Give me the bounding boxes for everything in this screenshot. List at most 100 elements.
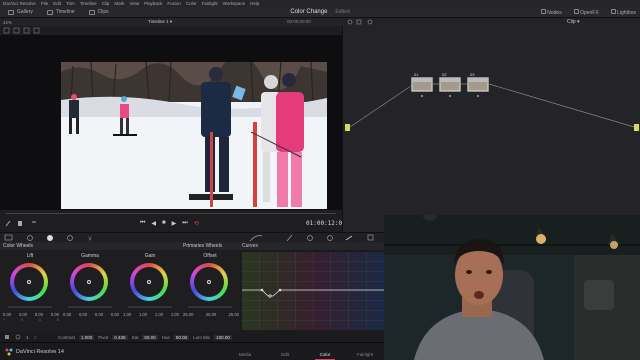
blur-icon[interactable] bbox=[367, 234, 374, 241]
go-to-end-button[interactable]: ⏭ bbox=[182, 220, 187, 227]
menu-view[interactable]: View bbox=[129, 1, 139, 6]
menu-file[interactable]: File bbox=[41, 1, 48, 6]
gain-b[interactable]: 1.00 bbox=[171, 312, 179, 317]
window-icon[interactable] bbox=[307, 235, 313, 241]
gain-master-slider[interactable] bbox=[128, 306, 172, 308]
gamma-wheel[interactable] bbox=[70, 263, 108, 301]
lift-g[interactable]: 0.00 bbox=[35, 312, 43, 317]
picker-icon[interactable] bbox=[15, 334, 21, 340]
source-timecode[interactable]: 00:00:00:00 bbox=[287, 19, 311, 24]
lightbox-button[interactable]: Lightbox bbox=[610, 9, 636, 16]
curves-icon[interactable] bbox=[249, 235, 263, 242]
nodes-label: Nodes bbox=[547, 10, 562, 16]
lift-master-slider[interactable] bbox=[8, 306, 52, 308]
tab-edit[interactable]: Edit bbox=[265, 343, 305, 360]
gamma-b[interactable]: 0.00 bbox=[111, 312, 119, 317]
playhead-timecode: 01:00:12:08 bbox=[306, 220, 346, 227]
gamma-handle[interactable] bbox=[87, 280, 91, 284]
lift-y[interactable]: 0.00 bbox=[3, 312, 11, 317]
menu-fairlight[interactable]: Fairlight bbox=[202, 1, 218, 6]
gamma-r[interactable]: 0.00 bbox=[79, 312, 87, 317]
tracker-icon[interactable] bbox=[327, 235, 333, 241]
menu-app[interactable]: DaVinci Resolve bbox=[3, 1, 36, 6]
node-01[interactable]: 01 bbox=[410, 72, 434, 93]
lift-handle[interactable] bbox=[27, 280, 31, 284]
hand-tool-icon[interactable] bbox=[347, 19, 353, 25]
speaker-icon[interactable] bbox=[18, 221, 22, 226]
node-graph[interactable]: 01 02 03 bbox=[342, 26, 640, 232]
loop-button[interactable]: ⟲ bbox=[194, 220, 199, 227]
wheels-mode-selector[interactable]: Primaries Wheels bbox=[183, 243, 222, 249]
page-two-indicator[interactable]: 2 bbox=[34, 335, 37, 340]
color-wheels-icon[interactable] bbox=[47, 235, 53, 241]
offset-g[interactable]: 25.00 bbox=[206, 312, 216, 317]
gain-y[interactable]: 1.00 bbox=[123, 312, 131, 317]
rgb-mixer-icon[interactable] bbox=[67, 235, 73, 241]
curve-point[interactable] bbox=[260, 288, 264, 292]
menu-clip[interactable]: Clip bbox=[102, 1, 110, 6]
curves-graph[interactable] bbox=[242, 252, 384, 330]
clip-mode-selector[interactable]: Clip ▾ bbox=[567, 19, 580, 25]
gamma-master-slider[interactable] bbox=[68, 306, 112, 308]
split-view-icon[interactable] bbox=[13, 27, 20, 34]
zoom-level[interactable]: 42% bbox=[3, 20, 12, 25]
node-03[interactable]: 03 bbox=[466, 72, 490, 93]
menu-trim[interactable]: Trim bbox=[66, 1, 75, 6]
offset-handle[interactable] bbox=[207, 280, 211, 284]
play-button[interactable]: ▶ bbox=[172, 220, 177, 227]
sat-value[interactable]: 50.00 bbox=[142, 334, 158, 340]
node-input[interactable] bbox=[345, 124, 350, 131]
lift-b[interactable]: 0.00 bbox=[51, 312, 59, 317]
lum-mix-value[interactable]: 100.00 bbox=[214, 334, 232, 340]
lift-wheel[interactable] bbox=[10, 263, 48, 301]
step-back-button[interactable]: ◀ bbox=[151, 220, 156, 227]
offset-wheel[interactable] bbox=[190, 263, 228, 301]
pen-icon[interactable] bbox=[5, 220, 11, 227]
auto-balance-icon[interactable] bbox=[5, 335, 9, 339]
openfx-button[interactable]: OpenFX bbox=[573, 9, 599, 16]
zoom-tool-icon[interactable] bbox=[367, 19, 373, 25]
gamma-y[interactable]: 0.00 bbox=[63, 312, 71, 317]
menu-timeline[interactable]: Timeline bbox=[80, 1, 97, 6]
menu-workspace[interactable]: Workspace bbox=[223, 1, 245, 6]
page-one-indicator[interactable]: 1 bbox=[26, 335, 29, 340]
lift-r[interactable]: 0.00 bbox=[19, 312, 27, 317]
menu-mark[interactable]: Mark bbox=[114, 1, 124, 6]
hue-value[interactable]: 50.00 bbox=[173, 334, 190, 340]
stop-button[interactable]: ■ bbox=[162, 220, 166, 227]
grid-view-icon[interactable] bbox=[3, 27, 10, 34]
menu-edit[interactable]: Edit bbox=[53, 1, 61, 6]
highlight-icon[interactable] bbox=[23, 27, 30, 34]
contrast-value[interactable]: 1.000 bbox=[79, 334, 95, 340]
motion-effects-icon[interactable] bbox=[88, 235, 92, 241]
gain-g[interactable]: 1.00 bbox=[155, 312, 163, 317]
menu-color[interactable]: Color bbox=[186, 1, 197, 6]
nodes-button[interactable]: Nodes bbox=[540, 9, 562, 16]
go-to-start-button[interactable]: ⏮ bbox=[140, 220, 145, 227]
color-match-icon[interactable] bbox=[27, 235, 33, 241]
gain-handle[interactable] bbox=[147, 280, 151, 284]
menu-playback[interactable]: Playback bbox=[144, 1, 162, 6]
tab-fairlight[interactable]: Fairlight bbox=[345, 343, 385, 360]
magic-mask-icon[interactable] bbox=[345, 235, 353, 241]
qualifier-icon[interactable] bbox=[286, 234, 293, 242]
node-output[interactable] bbox=[634, 124, 639, 131]
tab-color[interactable]: Color bbox=[305, 343, 345, 360]
pivot-value[interactable]: 0.435 bbox=[112, 334, 128, 340]
menu-fusion[interactable]: Fusion bbox=[167, 1, 181, 6]
offset-r[interactable]: 25.00 bbox=[183, 312, 193, 317]
offset-b[interactable]: 25.00 bbox=[229, 312, 239, 317]
wipe-icon[interactable] bbox=[33, 27, 40, 34]
gain-r[interactable]: 1.00 bbox=[139, 312, 147, 317]
gamma-g[interactable]: 0.00 bbox=[95, 312, 103, 317]
tab-media[interactable]: Media bbox=[225, 343, 265, 360]
curve-point[interactable] bbox=[278, 288, 282, 292]
scrub-bar[interactable] bbox=[6, 213, 336, 214]
node-02[interactable]: 02 bbox=[438, 72, 462, 93]
offset-master-slider[interactable] bbox=[188, 306, 232, 308]
select-tool-icon[interactable] bbox=[356, 19, 362, 25]
camera-raw-icon[interactable] bbox=[4, 234, 13, 241]
timeline-selector[interactable]: Timeline 1 ▾ bbox=[148, 19, 172, 25]
gain-wheel[interactable] bbox=[130, 263, 168, 301]
menu-help[interactable]: Help bbox=[250, 1, 259, 6]
